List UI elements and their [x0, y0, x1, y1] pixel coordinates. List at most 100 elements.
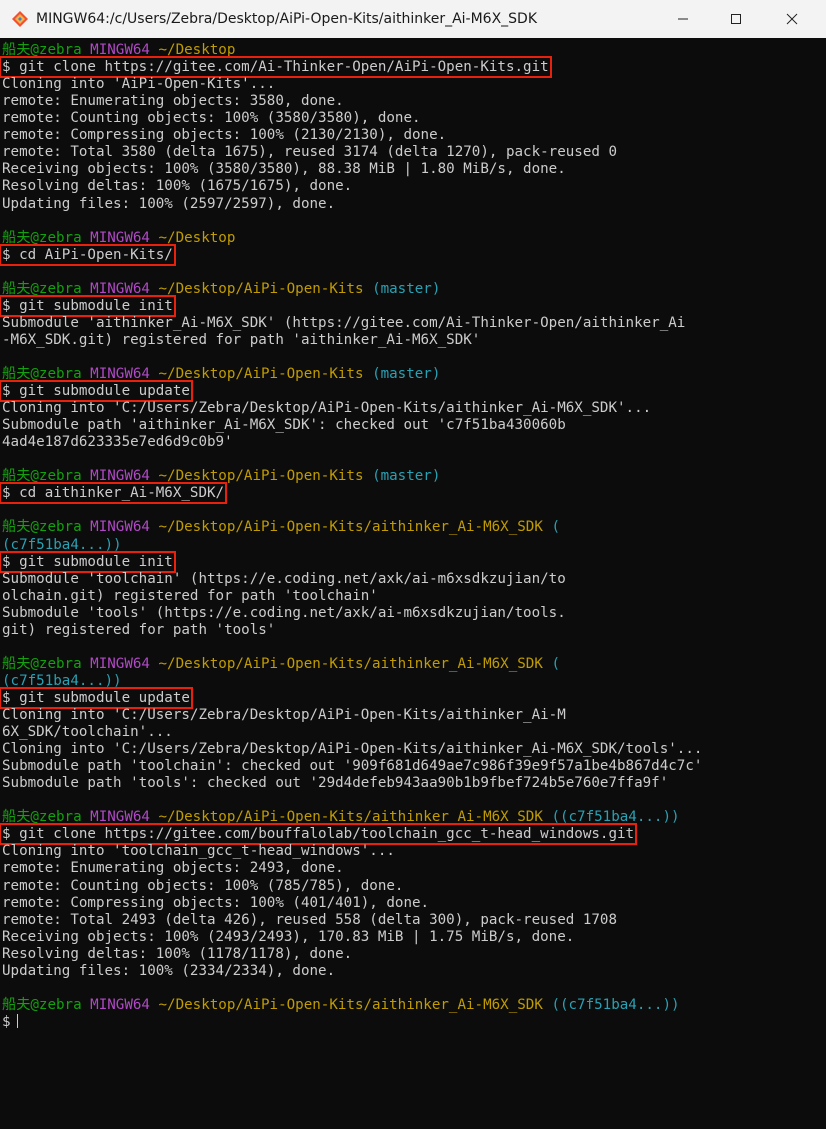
output-line: remote: Counting objects: 100% (785/785)… — [2, 877, 404, 894]
output-line: Cloning into 'C:/Users/Zebra/Desktop/AiP… — [2, 707, 566, 723]
highlighted-command: $ git clone https://gitee.com/Ai-Thinker… — [0, 56, 552, 79]
prompt-line: 船夫@zebra MINGW64 ~/Desktop — [2, 230, 235, 247]
prompt-path: ~/Desktop/AiPi-Open-Kits — [158, 280, 364, 297]
prompt-path: ~/Desktop/AiPi-Open-Kits — [158, 468, 364, 485]
output-line: Submodule path 'aithinker_Ai-M6X_SDK': c… — [2, 417, 566, 434]
highlighted-command: $ git submodule update — [0, 380, 193, 402]
output-line: Resolving deltas: 100% (1178/1178), done… — [2, 945, 353, 962]
prompt-line: 船夫@zebra MINGW64 ~/Desktop/AiPi-Open-Kit… — [2, 809, 680, 826]
prompt-user: 船夫@zebra — [2, 365, 82, 382]
prompt-msystem: MINGW64 — [90, 996, 150, 1013]
output-line: remote: Enumerating objects: 3580, done. — [2, 93, 344, 110]
prompt-line: 船夫@zebra MINGW64 ~/Desktop/AiPi-Open-Kit… — [2, 468, 440, 485]
output-line: Updating files: 100% (2334/2334), done. — [2, 962, 336, 979]
prompt-user: 船夫@zebra — [2, 229, 82, 246]
scrollbar-thumb[interactable] — [810, 38, 823, 1129]
output-line: Cloning into 'C:/Users/Zebra/Desktop/AiP… — [2, 400, 652, 417]
output-line: remote: Enumerating objects: 2493, done. — [2, 860, 344, 877]
output-line: remote: Total 3580 (delta 1675), reused … — [2, 144, 617, 161]
highlighted-command: $ cd aithinker_Ai-M6X_SDK/ — [0, 482, 228, 505]
prompt-msystem: MINGW64 — [90, 468, 150, 485]
output-line: -M6X_SDK.git) registered for path 'aithi… — [2, 331, 481, 348]
prompt-branch: ( — [551, 655, 560, 672]
minimize-button[interactable] — [660, 0, 706, 38]
output-line: Submodule path 'tools': checked out '29d… — [2, 775, 669, 792]
prompt-branch: ( — [551, 519, 560, 536]
prompt-path: ~/Desktop/AiPi-Open-Kits/aithinker_Ai-M6… — [158, 996, 543, 1013]
output-line: remote: Compressing objects: 100% (401/4… — [2, 894, 430, 911]
prompt-branch-continued: (c7f51ba4...)) — [2, 672, 122, 689]
prompt-path: ~/Desktop/AiPi-Open-Kits/aithinker_Ai-M6… — [158, 809, 543, 826]
text-cursor — [16, 1013, 18, 1028]
command-line: $ git submodule update — [0, 686, 193, 709]
output-line: 6X_SDK/toolchain'... — [2, 724, 173, 740]
highlighted-command: $ git submodule init — [0, 294, 176, 317]
prompt-branch: (master) — [372, 468, 441, 485]
maximize-button[interactable] — [713, 0, 759, 38]
output-line: Cloning into 'AiPi-Open-Kits'... — [2, 76, 276, 93]
prompt-user: 船夫@zebra — [2, 655, 82, 672]
output-line: remote: Counting objects: 100% (3580/358… — [2, 110, 421, 127]
prompt-line: 船夫@zebra MINGW64 ~/Desktop/AiPi-Open-Kit… — [2, 281, 440, 298]
prompt-user: 船夫@zebra — [2, 42, 82, 58]
prompt-user: 船夫@zebra — [2, 280, 82, 297]
command-line: $ git submodule init — [0, 550, 176, 573]
close-button[interactable] — [769, 0, 815, 38]
prompt-user: 船夫@zebra — [2, 996, 82, 1013]
command-line: $ git submodule update — [0, 380, 193, 402]
output-line: Updating files: 100% (2597/2597), done. — [2, 195, 336, 212]
prompt-line: 船夫@zebra MINGW64 ~/Desktop/AiPi-Open-Kit… — [2, 656, 560, 673]
scrollbar[interactable] — [807, 38, 826, 1129]
output-line: git) registered for path 'tools' — [2, 621, 276, 638]
output-line: remote: Compressing objects: 100% (2130/… — [2, 127, 447, 144]
prompt-symbol: $ — [2, 1013, 11, 1030]
prompt-msystem: MINGW64 — [90, 280, 150, 297]
prompt-path: ~/Desktop/AiPi-Open-Kits/aithinker_Ai-M6… — [158, 519, 543, 536]
prompt-msystem: MINGW64 — [90, 365, 150, 382]
highlighted-command: $ git submodule init — [0, 550, 176, 573]
command-line: $ git submodule init — [0, 294, 176, 317]
prompt-path: ~/Desktop — [158, 42, 236, 58]
prompt-msystem: MINGW64 — [90, 655, 150, 672]
command-line: $ git clone https://gitee.com/bouffalola… — [0, 823, 638, 846]
git-bash-icon — [12, 11, 28, 27]
output-line: olchain.git) registered for path 'toolch… — [2, 587, 378, 604]
terminal-output[interactable]: 船夫@zebra MINGW64 ~/Desktop $ git clone ht… — [0, 38, 807, 1129]
highlighted-command: $ git clone https://gitee.com/bouffalola… — [0, 823, 638, 846]
prompt-line: 船夫@zebra MINGW64 ~/Desktop — [2, 42, 235, 59]
prompt-branch-continued: (c7f51ba4...)) — [2, 536, 122, 553]
prompt-user: 船夫@zebra — [2, 809, 82, 826]
output-line: remote: Total 2493 (delta 426), reused 5… — [2, 911, 617, 928]
output-line: Submodule 'toolchain' (https://e.coding.… — [2, 570, 566, 587]
prompt-msystem: MINGW64 — [90, 809, 150, 826]
output-line: Resolving deltas: 100% (1675/1675), done… — [2, 178, 353, 195]
prompt-line: 船夫@zebra MINGW64 ~/Desktop/AiPi-Open-Kit… — [2, 519, 560, 536]
prompt-msystem: MINGW64 — [90, 519, 150, 536]
prompt-user: 船夫@zebra — [2, 519, 82, 536]
prompt-line: 船夫@zebra MINGW64 ~/Desktop/AiPi-Open-Kit… — [2, 997, 680, 1014]
output-line: Cloning into 'C:/Users/Zebra/Desktop/AiP… — [2, 741, 703, 758]
close-icon — [786, 13, 798, 25]
command-line: $ cd aithinker_Ai-M6X_SDK/ — [0, 482, 228, 505]
prompt-branch: ((c7f51ba4...)) — [551, 809, 680, 826]
input-line[interactable]: $ — [2, 1013, 18, 1031]
output-line: Receiving objects: 100% (3580/3580), 88.… — [2, 161, 566, 178]
prompt-branch: ((c7f51ba4...)) — [551, 996, 680, 1013]
prompt-branch: (master) — [372, 280, 441, 297]
prompt-line: 船夫@zebra MINGW64 ~/Desktop/AiPi-Open-Kit… — [2, 366, 440, 383]
output-line: Cloning into 'toolchain_gcc_t-head_windo… — [2, 843, 395, 860]
prompt-branch: (master) — [372, 365, 441, 382]
output-line: Receiving objects: 100% (2493/2493), 170… — [2, 928, 575, 945]
minimize-icon — [678, 18, 688, 20]
highlighted-command: $ git submodule update — [0, 686, 193, 709]
command-line: $ git clone https://gitee.com/Ai-Thinker… — [0, 56, 552, 79]
prompt-path: ~/Desktop — [158, 229, 236, 246]
window-title: MINGW64:/c/Users/Zebra/Desktop/AiPi-Open… — [36, 11, 538, 27]
output-line: Submodule 'tools' (https://e.coding.net/… — [2, 604, 566, 621]
prompt-msystem: MINGW64 — [90, 42, 150, 58]
maximize-icon — [731, 14, 741, 24]
output-line: 4ad4e187d623335e7ed6d9c0b9' — [2, 434, 233, 451]
title-bar[interactable]: MINGW64:/c/Users/Zebra/Desktop/AiPi-Open… — [0, 0, 826, 39]
prompt-msystem: MINGW64 — [90, 229, 150, 246]
output-line: Submodule 'aithinker_Ai-M6X_SDK' (https:… — [2, 314, 686, 331]
